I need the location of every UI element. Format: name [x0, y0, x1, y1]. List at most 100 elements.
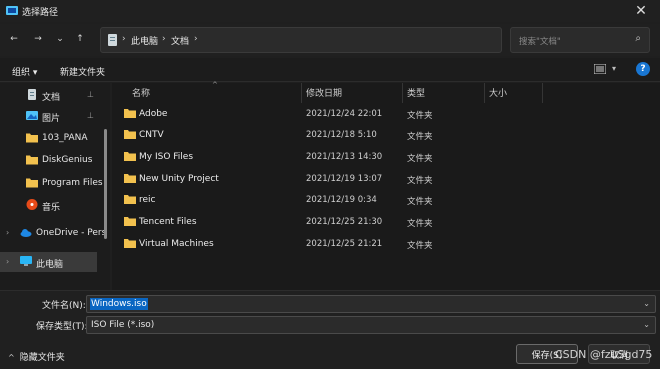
file-type: 文件夹 [407, 241, 433, 251]
folder-icon [124, 130, 136, 139]
folder-icon [124, 152, 136, 161]
chevron-right-icon[interactable]: › [6, 228, 9, 237]
recent-locations-button[interactable]: ⌄ [52, 31, 68, 47]
sidebar-item-diskgenius[interactable]: DiskGenius [0, 150, 100, 170]
command-bar: 组织 ▾ 新建文件夹 ▾ ? [0, 58, 660, 82]
chevron-down-icon[interactable]: ⌄ [643, 320, 650, 329]
cancel-button[interactable]: 取消 [588, 344, 650, 364]
file-date: 2021/12/13 14:30 [306, 152, 383, 162]
new-folder-button[interactable]: 新建文件夹 [60, 65, 105, 78]
table-row[interactable]: Adobe 2021/12/24 22:01 文件夹 [112, 104, 532, 125]
file-type: 文件夹 [407, 219, 433, 229]
file-name: Adobe [139, 109, 168, 119]
filename-field[interactable]: Windows.iso ⌄ [86, 295, 656, 313]
chevron-right-icon[interactable]: › [6, 257, 9, 266]
up-button[interactable]: ↑ [72, 31, 88, 47]
help-icon[interactable]: ? [636, 62, 650, 76]
search-icon[interactable]: ⌕ [635, 33, 641, 44]
file-date: 2021/12/25 21:21 [306, 239, 383, 249]
breadcrumb-this-pc[interactable]: 此电脑 [131, 34, 158, 47]
folder-icon [124, 174, 136, 183]
close-button[interactable]: ✕ [622, 0, 660, 22]
file-type: 文件夹 [407, 154, 433, 164]
view-options-icon[interactable] [594, 64, 606, 74]
chevron-right-icon[interactable]: › [122, 34, 126, 44]
file-date: 2021/12/19 0:34 [306, 195, 377, 205]
folder-icon [26, 155, 38, 165]
folder-icon [124, 217, 136, 226]
sidebar-item-onedrive[interactable]: › OneDrive - Pers [0, 223, 106, 243]
chevron-right-icon[interactable]: › [162, 34, 166, 44]
pin-icon[interactable]: ⊥ [87, 111, 94, 120]
search-box[interactable]: 搜索"文档" ⌕ [510, 27, 650, 53]
folder-icon [26, 133, 38, 143]
filetype-value: ISO File (*.iso) [91, 320, 155, 330]
save-footer: 文件名(N): Windows.iso ⌄ 保存类型(T): ISO File … [0, 290, 660, 369]
folder-icon [124, 195, 136, 204]
chevron-right-icon[interactable]: › [194, 34, 198, 44]
filetype-label: 保存类型(T): [36, 322, 88, 332]
table-row[interactable]: Virtual Machines 2021/12/25 21:21 文件夹 [112, 234, 532, 255]
file-name: CNTV [139, 130, 164, 140]
file-date: 2021/12/18 5:10 [306, 130, 377, 140]
table-row[interactable]: My ISO Files 2021/12/13 14:30 文件夹 [112, 147, 532, 168]
sidebar-item-music[interactable]: 音乐 [0, 195, 100, 215]
file-list: 名称 ^ 修改日期 类型 大小 Adobe 2021/12/24 22:01 文… [112, 81, 660, 290]
folder-icon [124, 239, 136, 248]
column-divider[interactable] [301, 83, 302, 103]
sidebar-item-program-files[interactable]: Program Files [0, 173, 103, 193]
sort-up-icon: ^ [212, 81, 218, 89]
document-icon [28, 89, 36, 100]
save-button[interactable]: 保存(S) [516, 344, 578, 364]
sidebar-item-pictures[interactable]: 图片 ⊥ [0, 106, 100, 126]
sidebar-item-label: Program Files [42, 178, 103, 188]
folder-icon [124, 109, 136, 118]
sidebar-item-label: 文档 [42, 93, 61, 103]
app-icon [6, 6, 18, 15]
picture-icon [26, 111, 38, 120]
file-name: reic [139, 195, 156, 205]
file-date: 2021/12/25 21:30 [306, 217, 383, 227]
file-name: New Unity Project [139, 174, 219, 184]
table-row[interactable]: New Unity Project 2021/12/19 13:07 文件夹 [112, 169, 532, 190]
sidebar-item-label: 此电脑 [36, 260, 64, 270]
back-button[interactable]: ← [6, 31, 22, 47]
navigation-bar: ← → ⌄ ↑ › 此电脑 › 文档 › ⌄ ↻ 搜索"文档" ⌕ [0, 24, 660, 56]
sidebar-item-103-pana[interactable]: 103_PANA [0, 128, 100, 148]
sidebar-item-documents[interactable]: 文档 ⊥ [0, 85, 100, 105]
filename-value[interactable]: Windows.iso [90, 298, 148, 310]
hide-folders-toggle[interactable]: ^ 隐藏文件夹 [8, 350, 65, 363]
address-bar[interactable]: › 此电脑 › 文档 › ⌄ ↻ [100, 27, 591, 53]
folder-icon [26, 178, 38, 188]
column-size[interactable]: 大小 [489, 86, 507, 99]
column-type[interactable]: 类型 [407, 86, 425, 99]
table-row[interactable]: CNTV 2021/12/18 5:10 文件夹 [112, 125, 532, 146]
breadcrumb-documents[interactable]: 文档 [171, 34, 189, 47]
table-row[interactable]: reic 2021/12/19 0:34 文件夹 [112, 190, 532, 211]
chevron-down-icon[interactable]: ▾ [612, 64, 616, 73]
sidebar-item-this-pc[interactable]: › 此电脑 [0, 252, 97, 272]
column-date[interactable]: 修改日期 [306, 86, 342, 99]
file-type: 文件夹 [407, 132, 433, 142]
chevron-up-icon: ^ [8, 353, 15, 362]
column-divider[interactable] [402, 83, 403, 103]
sidebar-scrollbar[interactable] [104, 129, 107, 239]
table-row[interactable]: Tencent Files 2021/12/25 21:30 文件夹 [112, 212, 532, 233]
file-date: 2021/12/19 13:07 [306, 174, 383, 184]
cloud-icon [20, 229, 32, 237]
column-divider[interactable] [542, 83, 543, 103]
organize-button[interactable]: 组织 ▾ [12, 65, 37, 78]
column-name[interactable]: 名称 [132, 86, 150, 99]
title-bar: 选择路径 ✕ [0, 0, 660, 22]
filename-label: 文件名(N): [42, 301, 86, 311]
pin-icon[interactable]: ⊥ [87, 90, 94, 99]
chevron-down-icon[interactable]: ⌄ [643, 299, 650, 308]
file-type: 文件夹 [407, 176, 433, 186]
column-divider[interactable] [484, 83, 485, 103]
forward-button[interactable]: → [30, 31, 46, 47]
search-placeholder: 搜索"文档" [519, 37, 561, 47]
window-title: 选择路径 [22, 8, 59, 18]
filetype-select[interactable]: ISO File (*.iso) ⌄ [86, 316, 656, 334]
sidebar-item-label: 音乐 [42, 203, 61, 213]
computer-icon [20, 256, 32, 266]
